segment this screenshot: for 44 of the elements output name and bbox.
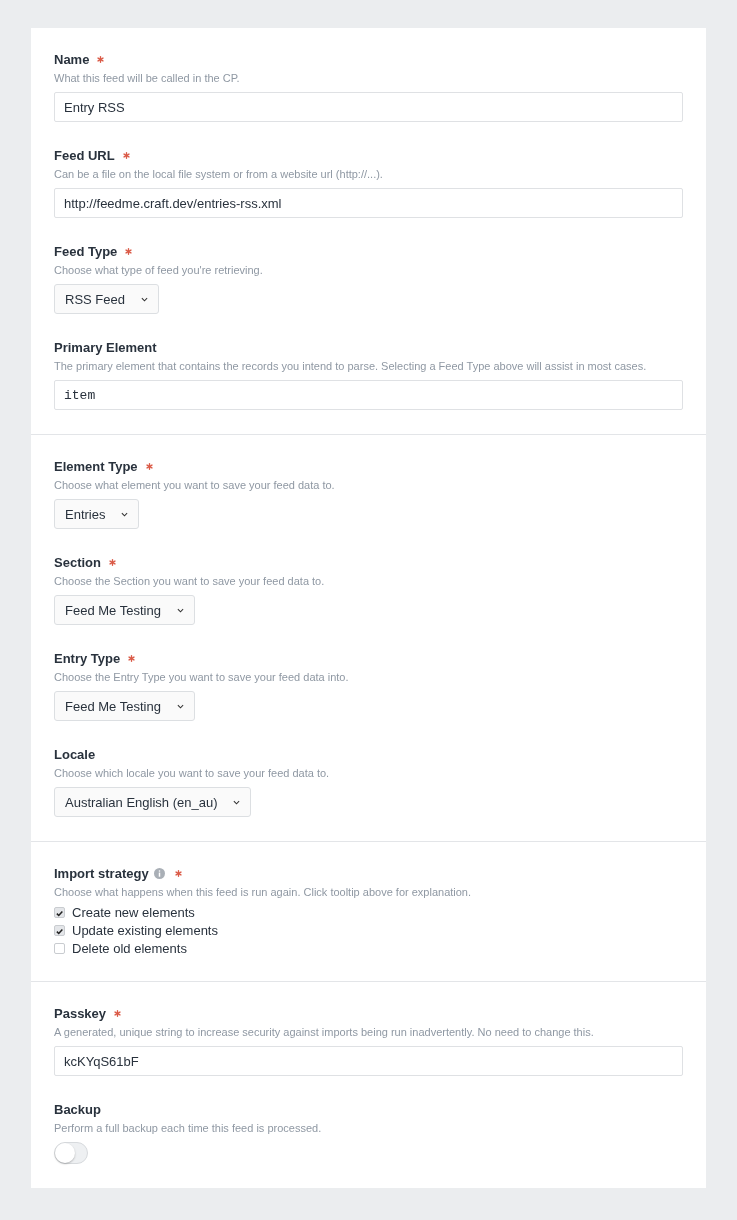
chevron-icon xyxy=(176,607,184,613)
field-label: Passkey xyxy=(54,1005,107,1021)
field-help: A generated, unique string to increase security against imports being run inadvertently. No need to change this. xyxy=(54,1025,595,1040)
select-dropdown[interactable]: RSS Feed xyxy=(54,284,159,314)
text-field[interactable]: kcKYqS61bF xyxy=(54,1046,683,1076)
toggle-switch[interactable] xyxy=(54,1142,88,1164)
field-help: Choose which locale you want to save your feed data to. xyxy=(54,766,331,781)
field-label: Feed Type xyxy=(54,243,118,259)
checkbox-label[interactable]: Update existing elements xyxy=(72,922,218,938)
field-help: Can be a file on the local file system or from a website url (http://...). xyxy=(54,167,384,182)
text-field[interactable]: http://feedme.craft.dev/entries-rss.xml xyxy=(54,188,683,218)
field-label: Section xyxy=(54,554,101,570)
field-label: Import strategy xyxy=(54,865,149,881)
select-dropdown[interactable]: Feed Me Testing xyxy=(54,691,195,721)
field-help: Choose the Entry Type you want to save your feed data into. xyxy=(54,670,350,685)
text-field[interactable]: Entry RSS xyxy=(54,92,683,122)
checkbox-label[interactable]: Delete old elements xyxy=(72,940,187,956)
field-label: Backup xyxy=(54,1101,101,1117)
checkbox[interactable] xyxy=(54,924,65,936)
field-help: Choose what happens when this feed is run again. Click tooltip above for explanation. xyxy=(54,885,473,900)
field-label: Locale xyxy=(54,746,96,762)
select-dropdown[interactable]: Feed Me Testing xyxy=(54,595,195,625)
checkbox-label[interactable]: Create new elements xyxy=(72,904,195,920)
field-label: Name xyxy=(54,51,90,67)
field-help: Choose the Section you want to save your feed data to. xyxy=(54,574,326,589)
select-dropdown[interactable]: Entries xyxy=(54,499,140,529)
field-label: Entry Type xyxy=(54,650,121,666)
select-dropdown[interactable]: Australian English (en_au) xyxy=(54,787,252,817)
field-label: Primary Element xyxy=(54,339,157,355)
checkbox[interactable] xyxy=(54,942,65,954)
field-help: What this feed will be called in the CP. xyxy=(54,71,241,86)
field-help: Choose what element you want to save your feed data to. xyxy=(54,478,336,493)
info-icon[interactable] xyxy=(153,867,165,879)
chevron-icon xyxy=(233,799,241,805)
field-label: Feed URL xyxy=(54,147,115,163)
field-help: Perform a full backup each time this feed is processed. xyxy=(54,1121,323,1136)
checkbox[interactable] xyxy=(54,906,65,918)
field-help: The primary element that contains the records you intend to parse. Selecting a Feed Type above will assist in most cases. xyxy=(54,359,648,374)
chevron-icon xyxy=(176,703,184,709)
field-help: Choose what type of feed you're retrieving. xyxy=(54,263,264,278)
field-label: Element Type xyxy=(54,458,138,474)
text-field[interactable]: item xyxy=(54,380,683,410)
chevron-icon xyxy=(121,511,129,517)
chevron-icon xyxy=(141,296,148,302)
